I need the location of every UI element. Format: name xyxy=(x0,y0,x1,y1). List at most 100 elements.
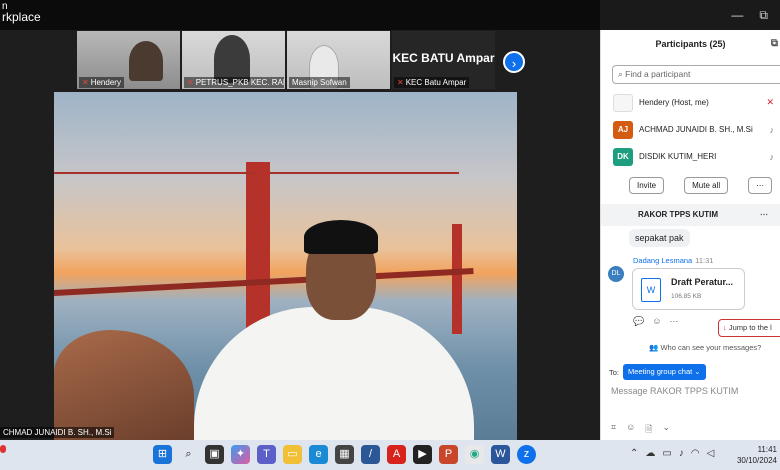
tile-name-text: KEC Batu Ampar xyxy=(405,78,467,87)
participant-name: Hendery (Host, me) xyxy=(639,98,709,107)
tile-name: ✕PETRUS_PKB KEC. RAN... xyxy=(184,77,284,88)
app-title: n rkplace xyxy=(2,1,41,23)
notification-dot xyxy=(0,445,6,453)
mic-icon[interactable]: ♪ xyxy=(770,125,775,135)
participant-row[interactable]: AJ ACHMAD JUNAIDI B. SH., M.Si ♪ xyxy=(601,116,780,143)
title-bar: n rkplace xyxy=(0,0,600,30)
tile-name-text: PETRUS_PKB KEC. RAN... xyxy=(195,78,284,87)
invite-button[interactable]: Invite xyxy=(629,177,665,194)
jump-to-latest-button[interactable]: ↓ Jump to the l xyxy=(718,319,780,337)
mic-icon[interactable]: ♪ xyxy=(679,448,684,459)
wifi-icon[interactable]: ◠ xyxy=(691,448,700,459)
mute-all-button[interactable]: Mute all xyxy=(684,177,729,194)
chevron-up-icon[interactable]: ⌃ xyxy=(630,448,638,459)
cloud-icon[interactable]: ☁ xyxy=(645,448,655,459)
clock[interactable]: 11:41 30/10/2024 xyxy=(737,444,777,466)
rocks xyxy=(54,330,194,440)
search-placeholder: Find a participant xyxy=(625,69,691,79)
more-button[interactable]: ⋯ xyxy=(748,177,773,194)
sender-avatar: DL xyxy=(608,266,624,282)
taskbar-apps: ⊞ ⌕ ▣ ✦ T ▭ e ▦ / A ▶ P ◉ W z xyxy=(153,445,536,464)
chat-header: RAKOR TPPS KUTIM ⋯ xyxy=(601,204,780,226)
app-icon[interactable]: / xyxy=(361,445,380,464)
mic-off-icon: ✕ xyxy=(82,78,89,87)
mic-icon[interactable]: ♪ xyxy=(770,152,775,162)
participant-row[interactable]: Hendery (Host, me) ✕ xyxy=(601,89,780,116)
main-video xyxy=(54,92,517,440)
mic-off-icon: ✕ xyxy=(397,78,404,87)
explorer-icon[interactable]: ▭ xyxy=(283,445,302,464)
chat-more-icon[interactable]: ⋯ xyxy=(760,204,768,226)
file-icon[interactable]: 🗎 xyxy=(645,422,652,438)
search-icon: ⌕ xyxy=(618,69,623,79)
video-tile-petrus[interactable]: ✕PETRUS_PKB KEC. RAN... xyxy=(182,31,285,89)
screenshot-icon[interactable]: ⌗ xyxy=(611,422,616,438)
video-tile-hendery[interactable]: ✕ Hendery xyxy=(77,31,180,89)
media-icon[interactable]: ▶ xyxy=(413,445,432,464)
copilot-icon[interactable]: ✦ xyxy=(231,445,250,464)
taskbar: ⊞ ⌕ ▣ ✦ T ▭ e ▦ / A ▶ P ◉ W z ⌃ ☁ ▭ ♪ ◠ … xyxy=(0,440,780,470)
acrobat-icon[interactable]: A xyxy=(387,445,406,464)
people-icon: 👥 xyxy=(649,343,659,352)
taskview-icon[interactable]: ▣ xyxy=(205,445,224,464)
file-attachment[interactable]: W Draft Peratur... 106.85 KB xyxy=(632,268,745,310)
jump-label: Jump to the l xyxy=(728,323,772,332)
zoom-icon[interactable]: z xyxy=(517,445,536,464)
avatar xyxy=(613,93,633,112)
tile-name: Masnip Sofwan xyxy=(289,77,350,88)
who-can-see-text: Who can see your messages? xyxy=(660,343,762,352)
video-strip: ✕Hendery ✕PETRUS_PKB KEC. RAN... Masnip … xyxy=(77,31,495,89)
window-controls: — ⧉ xyxy=(731,0,780,30)
store-icon[interactable]: ▦ xyxy=(335,445,354,464)
popout-icon[interactable]: ⧉ xyxy=(771,30,778,58)
emoji-icon[interactable]: ☺ xyxy=(626,422,635,438)
windows-icon[interactable]: ⊞ xyxy=(153,445,172,464)
word-icon[interactable]: W xyxy=(491,445,510,464)
message-input[interactable]: Message RAKOR TPPS KUTIM xyxy=(611,386,738,396)
tile-display-name: KEC BATU Ampar xyxy=(392,51,495,65)
to-label: To: xyxy=(609,368,620,377)
participant-video xyxy=(129,41,163,81)
participants-header: Participants (25) ⧉ xyxy=(601,30,780,58)
participants-title: Participants (25) xyxy=(655,39,726,49)
arrow-down-icon: ↓ xyxy=(723,323,727,332)
clock-time: 11:41 xyxy=(757,445,777,454)
tile-name: ✕ Hendery xyxy=(79,77,124,88)
bridge-cable xyxy=(54,172,254,232)
participant-row[interactable]: DK DISDIK KUTIM_HERI ♪ xyxy=(601,143,780,170)
recipient-dropdown[interactable]: Meeting group chat ⌄ xyxy=(623,364,706,380)
participant-video xyxy=(214,35,250,83)
sender-name[interactable]: Dadang Lesmana xyxy=(633,256,692,265)
volume-icon[interactable]: ◁ xyxy=(707,448,715,459)
chat-title: RAKOR TPPS KUTIM xyxy=(638,210,718,219)
file-name: Draft Peratur... xyxy=(671,277,734,287)
next-page-button[interactable]: › xyxy=(503,51,525,73)
dropdown-icon[interactable]: ⌄ xyxy=(663,422,671,438)
minimize-button[interactable]: — xyxy=(731,8,743,22)
more-icon[interactable]: ⋯ xyxy=(669,316,678,327)
participant-actions: Invite Mute all ⋯ xyxy=(601,177,780,194)
edge-icon[interactable]: e xyxy=(309,445,328,464)
search-icon[interactable]: ⌕ xyxy=(179,445,198,464)
side-panel: Participants (25) ⧉ ⌕ Find a participant… xyxy=(600,30,780,440)
video-tile-masnip[interactable]: Masnip Sofwan xyxy=(287,31,390,89)
speaker-cap xyxy=(304,220,378,254)
emoji-icon[interactable]: ☺ xyxy=(652,316,661,327)
restore-button[interactable]: ⧉ xyxy=(759,8,768,23)
mic-off-icon: ✕ xyxy=(187,78,194,87)
meet-icon[interactable]: ▭ xyxy=(662,448,671,459)
video-tile-kec-batu-ampar[interactable]: KEC BATU Ampar ✕ KEC Batu Ampar xyxy=(392,31,495,89)
chat-sender: Dadang Lesmana 11:31 xyxy=(633,256,780,265)
mic-off-icon[interactable]: ✕ xyxy=(766,97,774,108)
clock-date: 30/10/2024 xyxy=(736,456,777,465)
participant-search-input[interactable]: ⌕ Find a participant xyxy=(612,65,780,84)
powerpoint-icon[interactable]: P xyxy=(439,445,458,464)
who-can-see-link[interactable]: 👥 Who can see your messages? xyxy=(649,343,761,352)
chrome-icon[interactable]: ◉ xyxy=(465,445,484,464)
app-title-line2: rkplace xyxy=(2,10,41,24)
tile-name-text: Masnip Sofwan xyxy=(292,78,347,87)
message-time: 11:31 xyxy=(695,256,714,265)
chat-message: sepakat pak xyxy=(629,229,690,247)
teams-icon[interactable]: T xyxy=(257,445,276,464)
reply-icon[interactable]: 💬 xyxy=(633,316,644,327)
